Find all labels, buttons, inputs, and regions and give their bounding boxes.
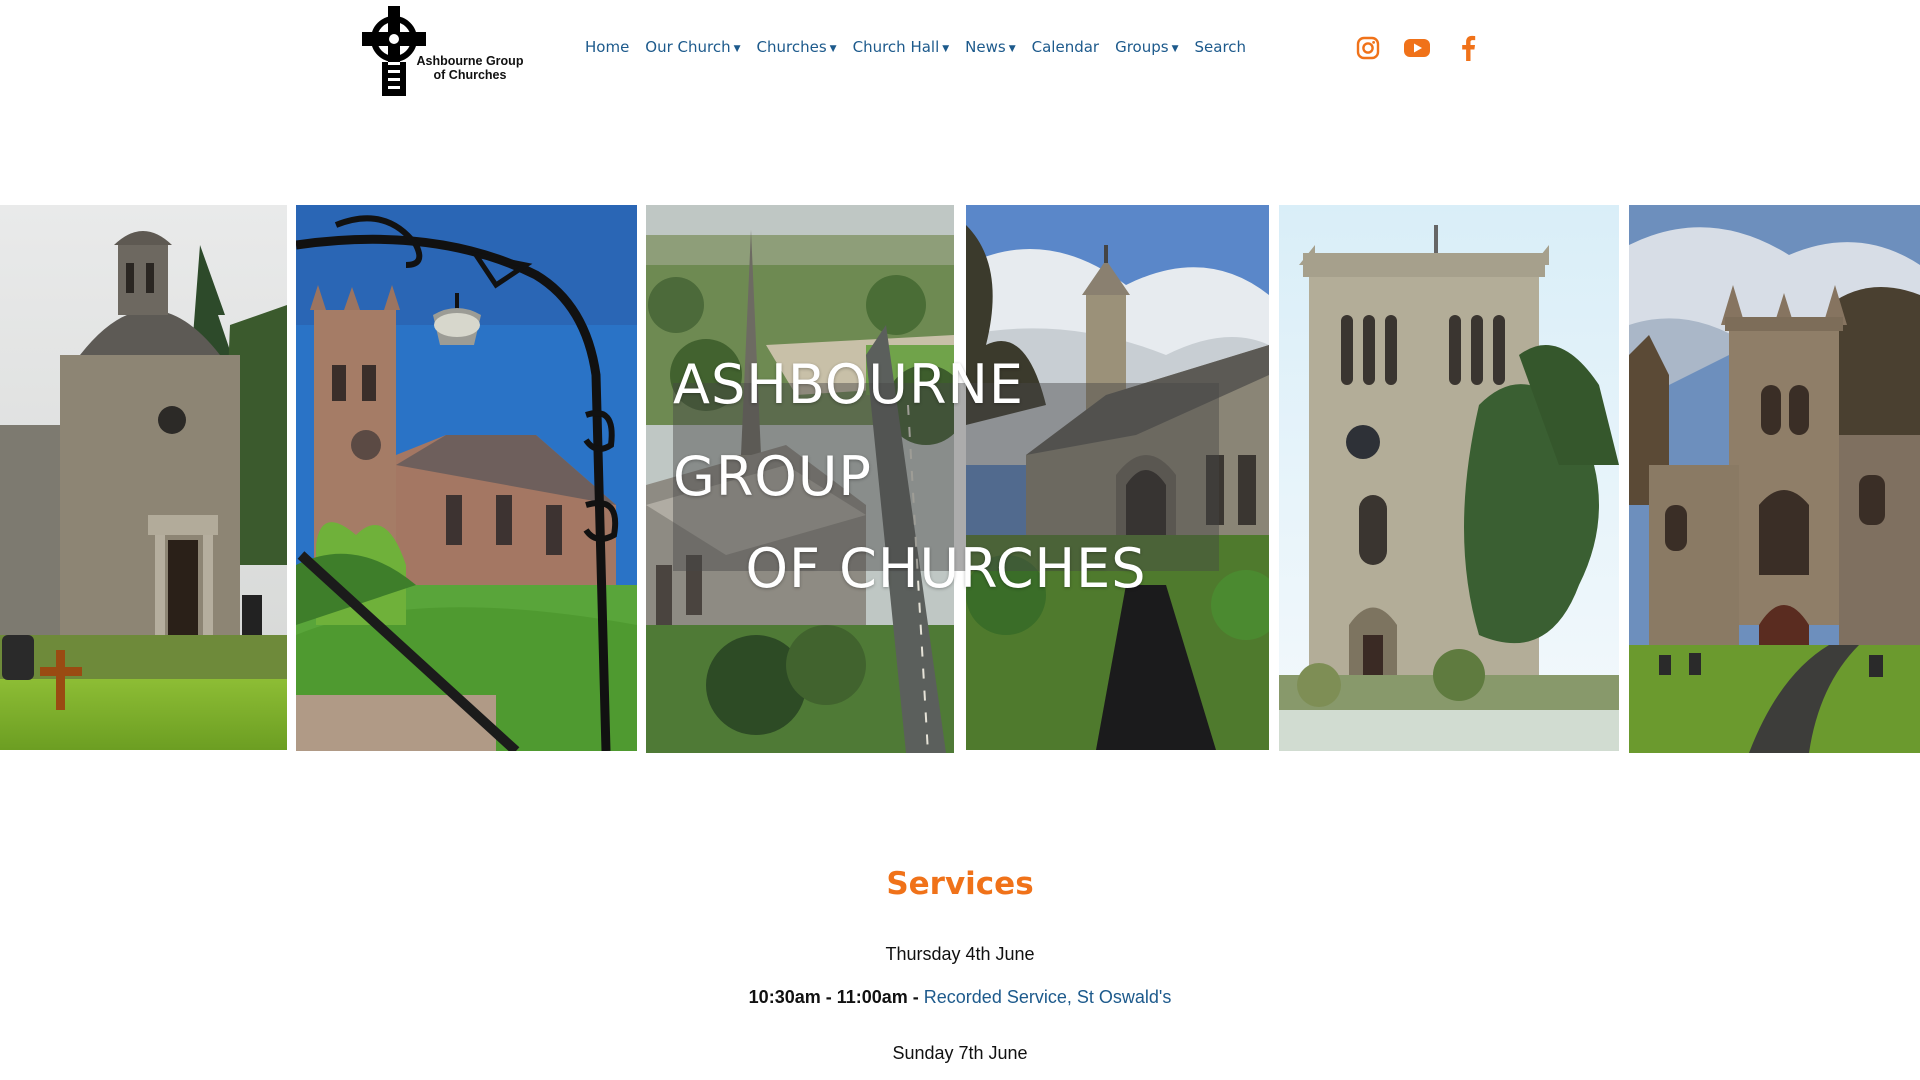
nav-groups[interactable]: Groups ▼ — [1115, 38, 1178, 56]
youtube-icon — [1404, 39, 1430, 57]
logo-text-line2: of Churches — [433, 68, 507, 82]
site-header: Ashbourne Group of Churches Home Our Chu… — [0, 0, 1920, 100]
facebook-icon — [1462, 35, 1476, 61]
church-illustration — [0, 205, 287, 750]
banner-title-box: ASHBOURNE GROUP OF CHURCHES — [673, 353, 1219, 600]
service-link[interactable]: Recorded Service, St Oswald's — [924, 987, 1172, 1007]
church-illustration — [1629, 205, 1920, 753]
church-photo-2 — [296, 205, 637, 751]
nav-church-hall[interactable]: Church Hall ▼ — [853, 38, 950, 56]
church-illustration — [296, 205, 637, 751]
church-photo-6 — [1629, 205, 1920, 753]
instagram-link[interactable] — [1354, 34, 1382, 62]
service-day: Sunday 7th June — [892, 1043, 1028, 1063]
dropdown-caret-icon: ▼ — [1008, 44, 1016, 54]
service-time: 10:30am - 11:00am - — [748, 987, 924, 1007]
nav-label: Groups — [1115, 38, 1169, 56]
nav-label: News — [965, 38, 1006, 56]
nav-label: Home — [585, 38, 630, 56]
nav-calendar[interactable]: Calendar — [1032, 38, 1099, 56]
nav-label: Search — [1194, 38, 1247, 56]
hero-banner: ASHBOURNE GROUP OF CHURCHES — [0, 205, 1920, 753]
services-heading: Services — [886, 866, 1034, 902]
nav-search[interactable]: Search — [1195, 38, 1247, 56]
dropdown-caret-icon: ▼ — [733, 44, 741, 54]
facebook-link[interactable] — [1454, 34, 1482, 62]
dropdown-caret-icon: ▼ — [829, 44, 837, 54]
banner-title-line2: OF CHURCHES — [745, 537, 1147, 600]
nav-churches[interactable]: Churches ▼ — [757, 38, 837, 56]
nav-label: Churches — [756, 38, 827, 56]
dropdown-caret-icon: ▼ — [942, 44, 950, 54]
banner-title-line1: ASHBOURNE GROUP — [673, 353, 1024, 508]
instagram-icon — [1356, 36, 1380, 60]
church-photo-1 — [0, 205, 287, 750]
dropdown-caret-icon: ▼ — [1171, 44, 1179, 54]
nav-home[interactable]: Home — [585, 38, 629, 56]
celtic-cross-icon — [362, 6, 426, 96]
nav-label: Church Hall — [852, 38, 940, 56]
church-illustration — [1279, 205, 1619, 751]
logo-text-line1: Ashbourne Group — [416, 54, 524, 68]
youtube-link[interactable] — [1403, 34, 1431, 62]
service-entry: 10:30am - 11:00am - Recorded Service, St… — [0, 987, 1920, 1008]
nav-our-church[interactable]: Our Church ▼ — [645, 38, 740, 56]
site-logo[interactable]: Ashbourne Group of Churches — [362, 6, 532, 96]
church-photo-5 — [1279, 205, 1619, 751]
main-nav: Home Our Church ▼ Churches ▼ Church Hall ▼ … — [585, 38, 1262, 56]
nav-label: Our Church — [645, 38, 731, 56]
logo-text: Ashbourne Group of Churches — [408, 54, 532, 82]
service-day: Thursday 4th June — [885, 944, 1035, 964]
nav-label: Calendar — [1031, 38, 1100, 56]
nav-news[interactable]: News ▼ — [965, 38, 1015, 56]
